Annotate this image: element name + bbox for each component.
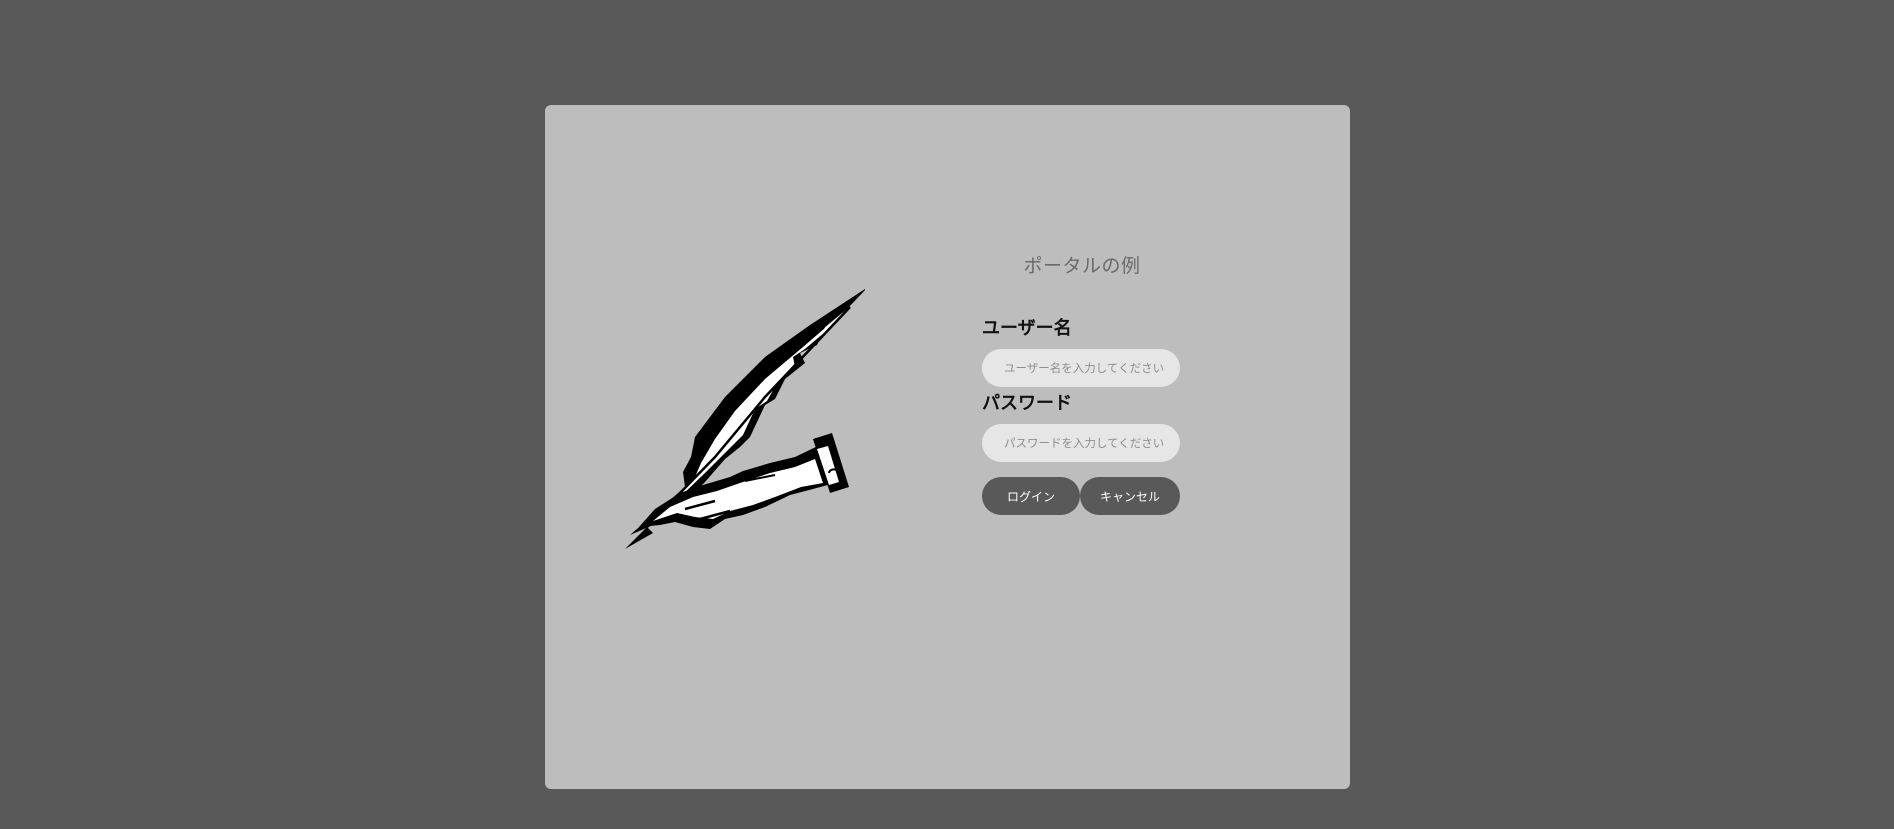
login-card: ポータルの例 ユーザー名 パスワード ログイン キャンセル	[545, 105, 1350, 789]
login-form: ポータルの例 ユーザー名 パスワード ログイン キャンセル	[982, 251, 1182, 515]
quill-pen-hand-icon	[625, 288, 865, 549]
username-label: ユーザー名	[982, 318, 1072, 339]
login-button[interactable]: ログイン	[982, 477, 1080, 515]
password-label: パスワード	[982, 393, 1072, 414]
cancel-button[interactable]: キャンセル	[1080, 477, 1180, 515]
password-input[interactable]	[982, 424, 1180, 462]
form-actions: ログイン キャンセル	[982, 477, 1182, 515]
username-input[interactable]	[982, 349, 1180, 387]
portal-title: ポータルの例	[1023, 255, 1141, 277]
